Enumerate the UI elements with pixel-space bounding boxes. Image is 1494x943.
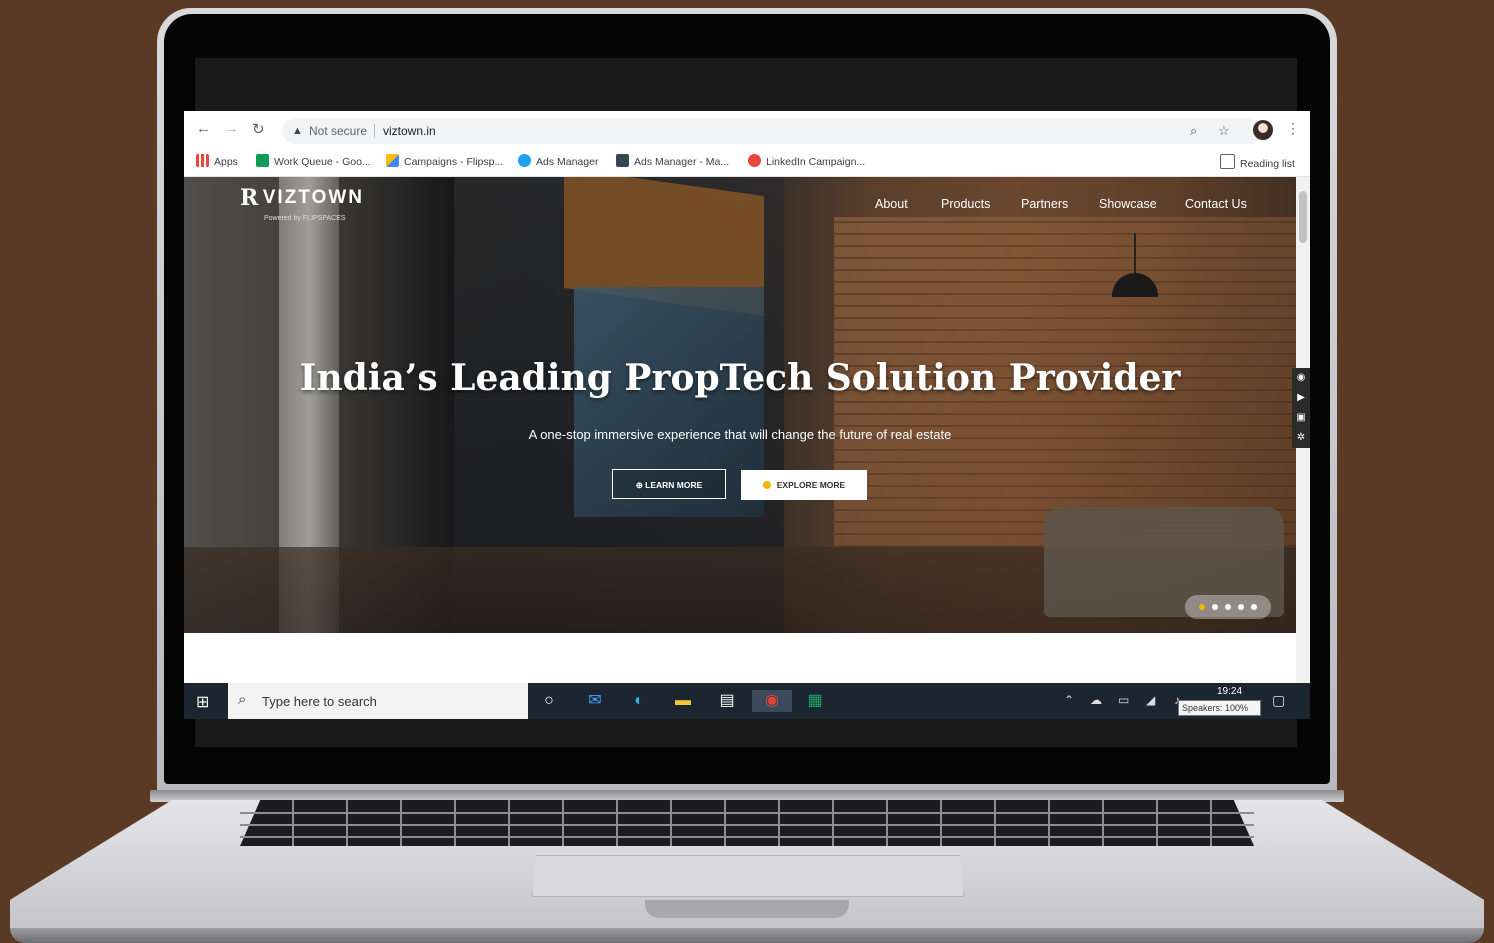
keyboard-row-gap (240, 836, 1254, 838)
linkedin-icon (748, 154, 761, 167)
laptop-base-edge (10, 928, 1484, 943)
menu-icon[interactable]: ⋮ (1286, 120, 1300, 137)
taskbar-search[interactable]: ⌕ Type here to search (228, 683, 528, 719)
nav-showcase[interactable]: Showcase (1099, 197, 1157, 211)
notification-icon[interactable]: ▢ (1272, 692, 1285, 709)
explore-more-button[interactable]: EXPLORE MORE (741, 470, 867, 500)
browser-toolbar: ← → ↻ ▲ Not secure viztown.in ⌕ ☆ ⋮ (184, 111, 1310, 149)
carousel-dot-1[interactable] (1199, 604, 1205, 610)
url-text[interactable]: viztown.in (383, 118, 436, 144)
profile-avatar[interactable] (1253, 120, 1273, 140)
nav-contact-us[interactable]: Contact Us (1185, 197, 1247, 211)
carousel-indicator (1185, 595, 1271, 619)
learn-more-label: LEARN MORE (645, 480, 703, 490)
edge-icon[interactable]: ◐ (628, 690, 650, 712)
bookmark-label: Ads Manager (536, 156, 599, 168)
screen-bottom-border (195, 719, 1297, 747)
store-icon[interactable]: ▤ (716, 690, 738, 712)
google-ads-icon (386, 154, 399, 167)
yellow-dot-icon (762, 481, 771, 489)
bookmark-ads-manager-ma[interactable]: Ads Manager - Ma... (616, 154, 729, 168)
security-label: Not secure (309, 124, 368, 138)
bookmarks-bar: Apps Work Queue - Goo... Campaigns - Fli… (184, 149, 1310, 177)
search-placeholder: Type here to search (262, 694, 377, 709)
laptop-notch (645, 900, 849, 918)
logo-text: VIZTOWN (262, 187, 365, 208)
trackpad (532, 855, 964, 897)
hero-headline: India’s Leading PropTech Solution Provid… (299, 357, 1181, 399)
chrome-icon[interactable]: ◉ (752, 690, 792, 712)
file-explorer-icon[interactable]: ▬ (672, 690, 694, 712)
mail-icon[interactable]: ✉ (584, 690, 606, 712)
logo-mark-icon: R (240, 185, 259, 211)
excel-icon[interactable]: ▦ (804, 690, 826, 712)
reading-list-icon (1220, 154, 1235, 169)
speaker-tooltip: Speakers: 100% (1178, 700, 1261, 716)
side-toolbar: ◉ ▶ ▣ ✲ (1292, 368, 1310, 448)
screen-top-border (195, 58, 1297, 111)
keyboard-row-gap (240, 824, 1254, 826)
screen: ← → ↻ ▲ Not secure viztown.in ⌕ ☆ ⋮ Apps… (184, 111, 1310, 719)
windows-taskbar: ⊞ ⌕ Type here to search ○ ✉ ◐ ▬ ▤ ◉ ▦ ⌃ … (184, 683, 1310, 719)
scrollbar-thumb[interactable] (1299, 191, 1307, 243)
site-logo[interactable]: R VIZTOWN Powered by FLIPSPACES (240, 185, 365, 222)
wifi-icon[interactable]: ◢ (1146, 693, 1155, 707)
carousel-dot-2[interactable] (1212, 604, 1218, 610)
nav-about[interactable]: About (875, 197, 908, 211)
logo-subtitle: Powered by FLIPSPACES (264, 215, 346, 222)
reload-icon[interactable]: ↻ (252, 120, 265, 138)
learn-more-button[interactable]: ⊕ LEARN MORE (612, 469, 726, 499)
carousel-dot-4[interactable] (1238, 604, 1244, 610)
bookmark-linkedin[interactable]: LinkedIn Campaign... (748, 154, 865, 168)
forward-icon[interactable]: → (224, 120, 239, 137)
carousel-dot-3[interactable] (1225, 604, 1231, 610)
explore-more-label: EXPLORE MORE (776, 480, 846, 490)
windows-start-icon[interactable]: ⊞ (196, 692, 209, 712)
hero-tagline: A one-stop immersive experience that wil… (528, 427, 952, 442)
hero-banner: R VIZTOWN Powered by FLIPSPACES About Pr… (184, 177, 1296, 633)
clock[interactable]: 19:24 (1217, 686, 1242, 697)
bookmark-ads-manager[interactable]: Ads Manager (518, 154, 598, 168)
page-icon (616, 154, 629, 167)
video-icon[interactable]: ▶ (1292, 388, 1310, 408)
back-icon[interactable]: ← (196, 120, 211, 137)
bookmark-label: Ads Manager - Ma... (634, 156, 730, 168)
warning-icon: ▲ (292, 125, 303, 137)
keyboard (240, 800, 1254, 846)
reading-list[interactable]: Reading list (1220, 154, 1295, 170)
bookmark-label: Apps (214, 156, 238, 168)
bookmark-label: LinkedIn Campaign... (766, 156, 866, 168)
apps-grid-icon (196, 154, 209, 167)
bookmark-work-queue[interactable]: Work Queue - Goo... (256, 154, 371, 168)
camera-icon[interactable]: ◉ (1292, 368, 1310, 388)
bookmark-apps[interactable]: Apps (196, 154, 238, 168)
hero-bg-lamp-cord (1134, 233, 1136, 275)
keyboard-row-gap (240, 812, 1254, 814)
search-icon: ⌕ (238, 691, 247, 708)
omnibox-divider (374, 124, 375, 138)
arrow-circle-icon: ⊕ (635, 480, 646, 490)
bookmark-star-icon[interactable]: ☆ (1218, 118, 1230, 144)
nav-partners[interactable]: Partners (1021, 197, 1068, 211)
bookmark-label: Campaigns - Flipsp... (404, 156, 504, 168)
gallery-icon[interactable]: ▣ (1292, 408, 1310, 428)
nav-products[interactable]: Products (941, 197, 990, 211)
tray-chevron-icon[interactable]: ⌃ (1064, 693, 1074, 707)
zoom-icon[interactable]: ⌕ (1190, 118, 1197, 144)
onedrive-icon[interactable]: ☁ (1090, 693, 1102, 707)
twitter-icon (518, 154, 531, 167)
battery-icon[interactable]: ▭ (1118, 693, 1129, 707)
bookmark-campaigns[interactable]: Campaigns - Flipsp... (386, 154, 503, 168)
sheets-icon (256, 154, 269, 167)
gear-icon[interactable]: ✲ (1292, 428, 1310, 448)
address-bar[interactable]: ▲ Not secure viztown.in ⌕ ☆ (282, 118, 1262, 144)
bookmark-label: Work Queue - Goo... (274, 156, 371, 168)
cortana-icon[interactable]: ○ (538, 690, 560, 712)
carousel-dot-5[interactable] (1251, 604, 1257, 610)
reading-list-label: Reading list (1240, 158, 1295, 170)
